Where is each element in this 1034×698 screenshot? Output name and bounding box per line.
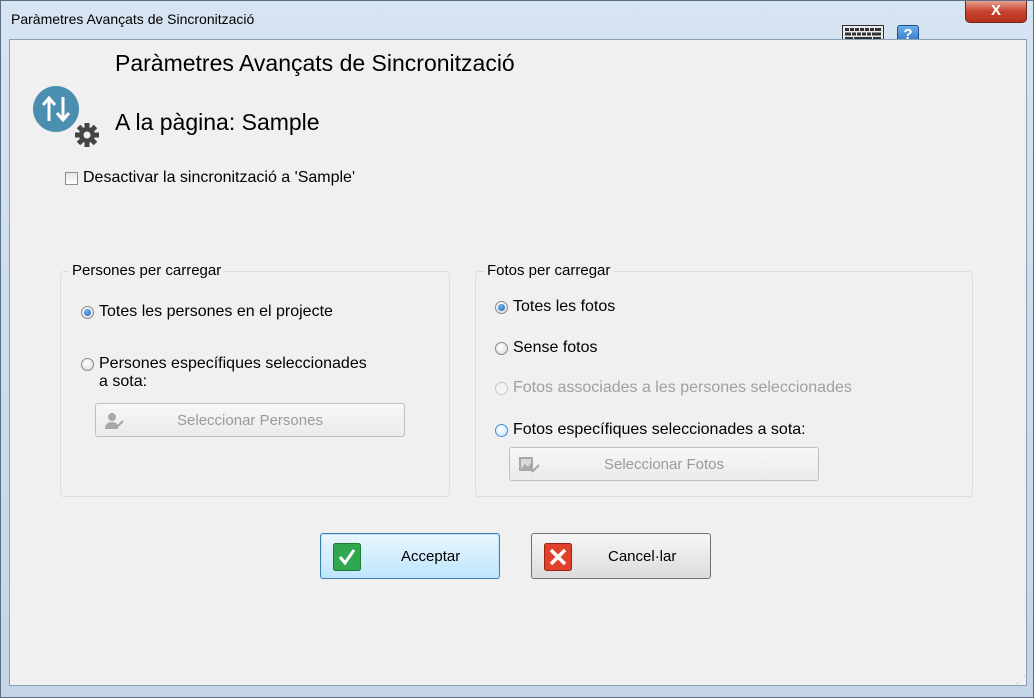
sync-settings-icon <box>33 86 99 147</box>
select-persons-button[interactable]: Seleccionar Persones <box>95 403 405 437</box>
persons-group-legend: Persones per carregar <box>69 262 225 279</box>
radio-specific-photos-button[interactable] <box>495 424 508 437</box>
radio-specific-photos[interactable]: Fotos específiques seleccionades a sota: <box>495 421 806 439</box>
cancel-label: Cancel·lar <box>608 548 677 565</box>
radio-no-photos-button[interactable] <box>495 342 508 355</box>
radio-specific-persons[interactable]: Persones específiques seleccionades a so… <box>81 355 367 391</box>
radio-all-persons-button[interactable] <box>81 306 94 319</box>
title-bar: Paràmetres Avançats de Sincronització ? … <box>1 1 1033 45</box>
radio-all-persons[interactable]: Totes les persones en el projecte <box>81 303 333 321</box>
select-persons-label: Seleccionar Persones <box>177 411 323 429</box>
radio-all-photos-button[interactable] <box>495 301 508 314</box>
accept-label: Acceptar <box>401 548 461 565</box>
person-select-icon <box>105 413 124 429</box>
page-subtitle: A la pàgina: Sample <box>115 109 320 135</box>
disable-sync-row[interactable]: Desactivar la sincronització a 'Sample' <box>65 169 355 187</box>
page-title: Paràmetres Avançats de Sincronització <box>115 50 515 76</box>
radio-associated-photos-label: Fotos associades a les persones seleccio… <box>513 379 852 396</box>
check-icon <box>333 543 361 571</box>
cross-icon <box>544 543 572 571</box>
radio-all-persons-label: Totes les persones en el projecte <box>99 303 333 320</box>
select-photos-button[interactable]: Seleccionar Fotos <box>509 447 819 481</box>
radio-no-photos-label: Sense fotos <box>513 339 598 356</box>
accept-button[interactable]: Acceptar <box>320 533 500 579</box>
radio-associated-photos-button <box>495 382 508 395</box>
resize-grip-icon[interactable]: ⋰ <box>1016 675 1026 686</box>
close-button[interactable]: X <box>965 1 1027 23</box>
radio-all-photos-label: Totes les fotos <box>513 298 616 315</box>
photo-select-icon <box>519 457 540 473</box>
window-title: Paràmetres Avançats de Sincronització <box>11 11 255 27</box>
radio-specific-photos-label: Fotos específiques seleccionades a sota: <box>513 421 806 438</box>
radio-specific-persons-label-line1: Persones específiques seleccionades <box>99 355 367 372</box>
radio-no-photos[interactable]: Sense fotos <box>495 339 598 357</box>
disable-sync-label: Desactivar la sincronització a 'Sample' <box>83 169 355 186</box>
radio-specific-persons-label-line2: a sota: <box>99 373 148 390</box>
radio-all-photos[interactable]: Totes les fotos <box>495 298 615 316</box>
cancel-button[interactable]: Cancel·lar <box>531 533 711 579</box>
dialog-window: Paràmetres Avançats de Sincronització ? … <box>0 0 1034 698</box>
photos-group-legend: Fotos per carregar <box>484 262 614 279</box>
disable-sync-checkbox[interactable] <box>65 171 78 185</box>
radio-specific-persons-button[interactable] <box>81 358 94 371</box>
radio-associated-photos: Fotos associades a les persones seleccio… <box>495 379 852 397</box>
select-photos-label: Seleccionar Fotos <box>603 455 725 473</box>
